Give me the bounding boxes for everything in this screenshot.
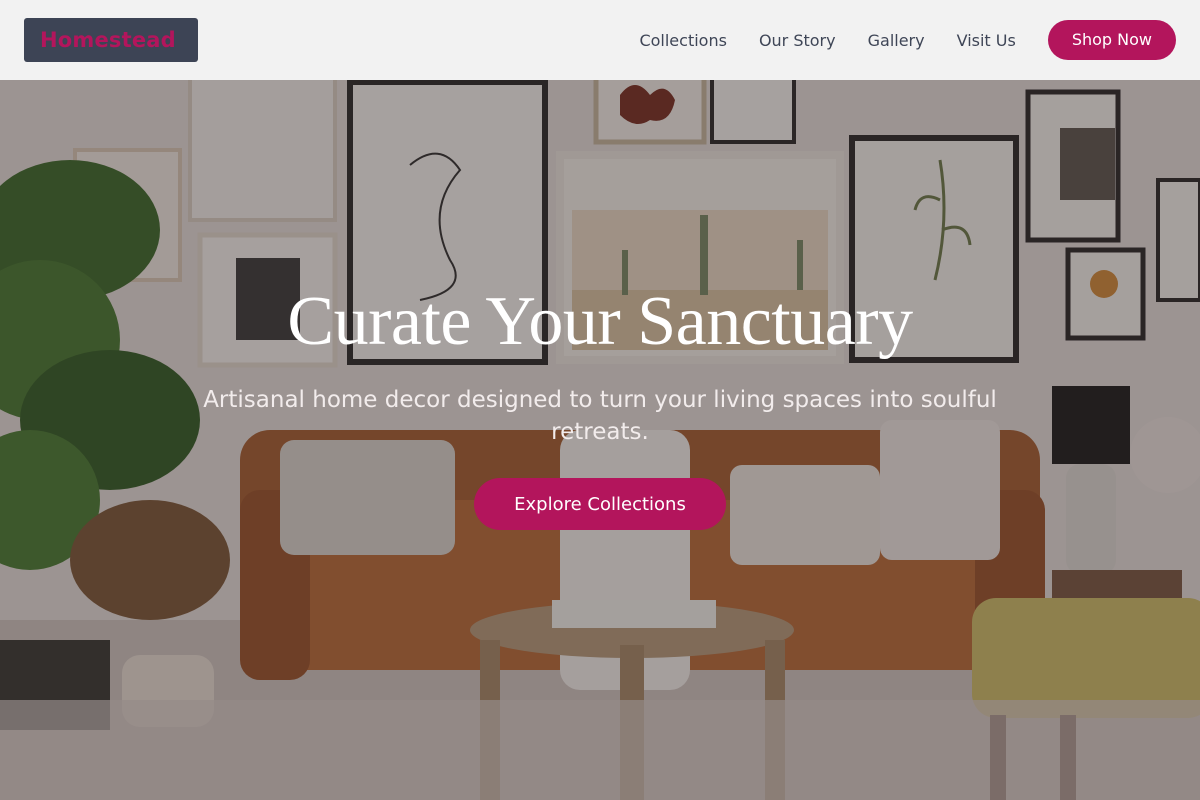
shop-now-button[interactable]: Shop Now — [1047, 20, 1176, 60]
site-header: Homestead Collections Our Story Gallery … — [0, 0, 1200, 80]
nav-link-collections[interactable]: Collections — [639, 31, 726, 50]
hero-section: Curate Your Sanctuary Artisanal home dec… — [0, 280, 1200, 530]
nav-link-visit-us[interactable]: Visit Us — [957, 31, 1016, 50]
main-nav: Collections Our Story Gallery Visit Us S… — [639, 0, 1176, 80]
hero-title: Curate Your Sanctuary — [287, 283, 913, 360]
nav-link-gallery[interactable]: Gallery — [868, 31, 925, 50]
explore-collections-button[interactable]: Explore Collections — [474, 478, 726, 530]
nav-link-our-story[interactable]: Our Story — [759, 31, 836, 50]
brand-logo[interactable]: Homestead — [24, 18, 198, 62]
landing-page: Homestead Collections Our Story Gallery … — [0, 0, 1200, 800]
hero-subtitle: Artisanal home decor designed to turn yo… — [203, 387, 997, 445]
